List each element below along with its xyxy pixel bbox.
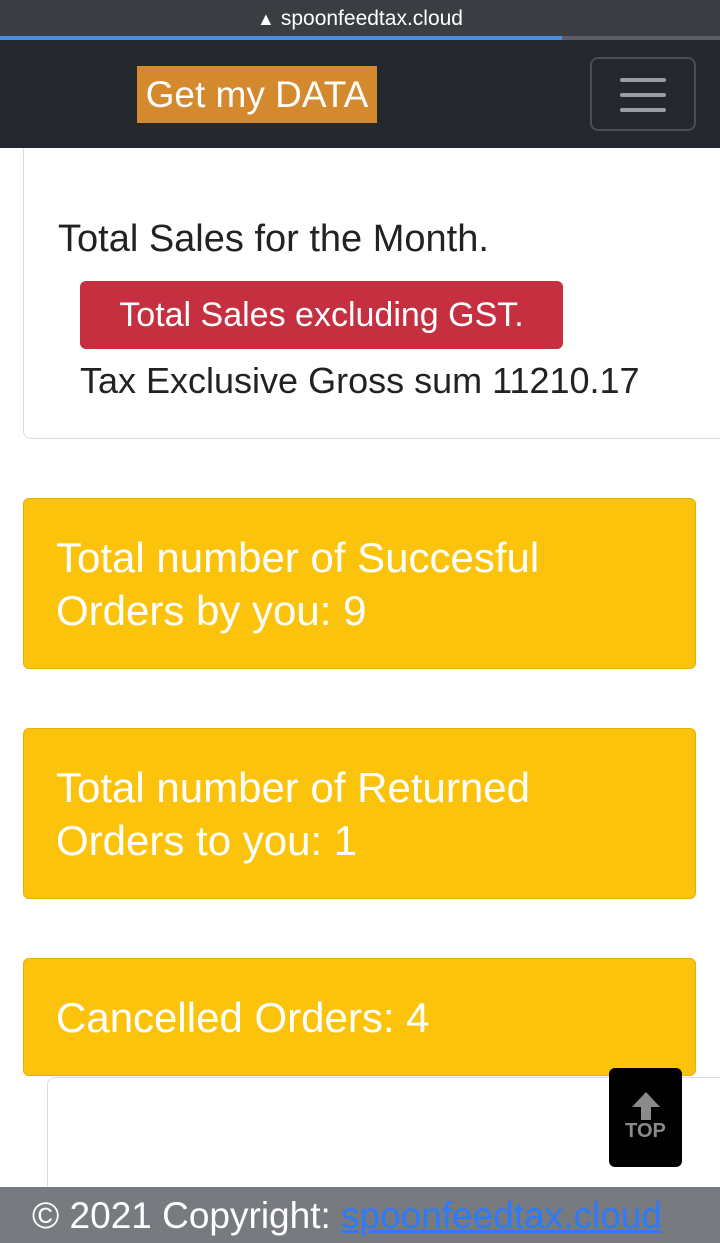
sales-title: Total Sales for the Month.	[58, 218, 489, 260]
warning-icon: ▲	[257, 8, 275, 29]
scroll-top-button[interactable]: TOP	[609, 1068, 682, 1167]
cancelled-orders-card: Cancelled Orders: 4	[23, 958, 696, 1076]
sales-badge: Total Sales excluding GST.	[80, 281, 563, 349]
top-label: TOP	[625, 1120, 666, 1142]
sales-card: Total Sales for the Month. Total Sales e…	[23, 148, 720, 439]
brand-link[interactable]: Get my DATA	[137, 66, 377, 123]
successful-orders-card: Total number of Succesful Orders by you:…	[23, 498, 696, 669]
navbar: Get my DATA	[0, 40, 720, 148]
copyright-text: © 2021 Copyright:	[32, 1195, 342, 1236]
menu-toggle-button[interactable]	[590, 57, 696, 131]
returned-orders-card: Total number of Returned Orders to you: …	[23, 728, 696, 899]
footer: © 2021 Copyright: spoonfeedtax.cloud	[0, 1187, 720, 1243]
arrow-up-icon	[631, 1092, 660, 1120]
returned-orders-text: Total number of Returned Orders to you: …	[56, 764, 530, 864]
footer-link[interactable]: spoonfeedtax.cloud	[341, 1195, 662, 1236]
browser-url-bar[interactable]: ▲ spoonfeedtax.cloud	[0, 0, 720, 38]
url-text[interactable]: spoonfeedtax.cloud	[281, 7, 463, 31]
successful-orders-text: Total number of Succesful Orders by you:…	[56, 534, 540, 634]
cancelled-orders-text: Cancelled Orders: 4	[56, 994, 430, 1041]
gross-sum-text: Tax Exclusive Gross sum 11210.17	[80, 360, 640, 401]
